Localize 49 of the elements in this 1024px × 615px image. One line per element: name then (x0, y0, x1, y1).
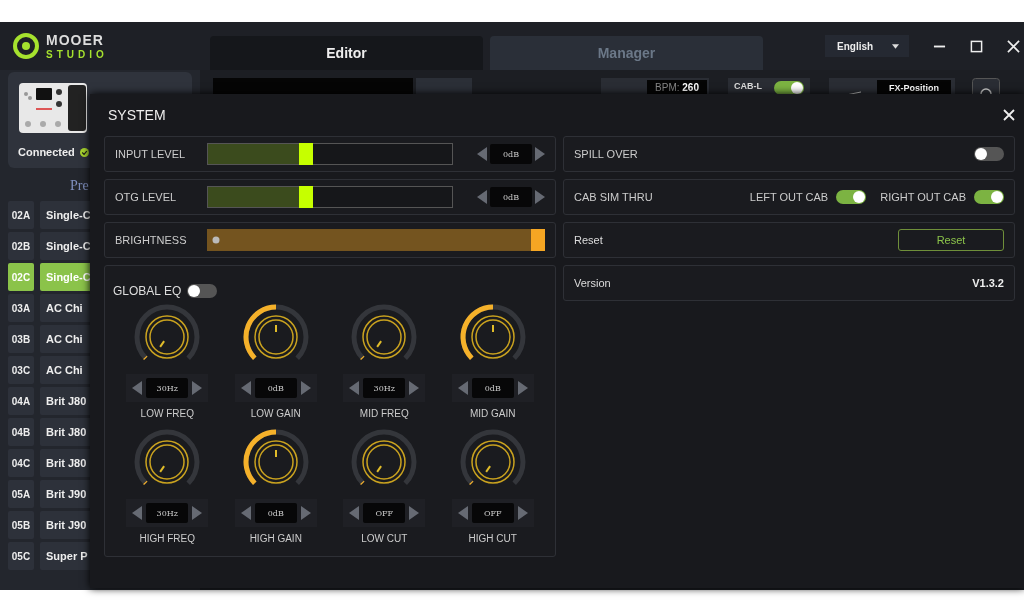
preset-code[interactable]: 02B (8, 232, 34, 260)
knob-label: LOW GAIN (250, 408, 301, 419)
knob-label: HIGH CUT (468, 533, 517, 544)
global-eq-label: GLOBAL EQ (113, 284, 182, 298)
knob-label: HIGH GAIN (249, 533, 302, 544)
knob-label: MID FREQ (359, 408, 409, 419)
value-display: 30Hz (363, 378, 406, 398)
setting-label: CAB SIM THRU (574, 191, 653, 203)
setting-label: BRIGHTNESS (115, 234, 188, 246)
reset-button[interactable]: Reset (898, 229, 1004, 251)
knob-label: MID GAIN (469, 408, 516, 419)
value-display: OFF (471, 503, 514, 523)
preset-code[interactable]: 04A (8, 387, 34, 415)
toggle-label: RIGHT OUT CAB (880, 191, 966, 203)
knob-label: HIGH FREQ (139, 533, 196, 544)
brand-name: MOOER (46, 32, 105, 47)
value-display: 0dB (254, 378, 297, 398)
language-dropdown[interactable]: English (825, 35, 909, 57)
toggle-label: LEFT OUT CAB (749, 191, 829, 203)
product-name: STUDIO (46, 49, 108, 60)
knob-label: LOW CUT (361, 533, 408, 544)
preset-code[interactable]: 05C (8, 542, 34, 570)
dialog-title: SYSTEM (108, 107, 166, 123)
preset-code[interactable]: 03A (8, 294, 34, 322)
value-display: 0dB (471, 378, 514, 398)
preset-code[interactable]: 03C (8, 356, 34, 384)
setting-label: Reset (574, 234, 603, 246)
setting-label: OTG LEVEL (115, 191, 178, 203)
value-display: 30Hz (146, 378, 189, 398)
setting-label: SPILL OVER (574, 148, 638, 160)
setting-label: INPUT LEVEL (115, 148, 187, 160)
value-display: 0dB (490, 144, 532, 164)
setting-label: Version (574, 277, 611, 289)
preset-code[interactable]: 04C (8, 449, 34, 477)
value-display: 0dB (490, 187, 532, 207)
presets-heading: Pre (70, 178, 90, 194)
preset-code[interactable]: 02A (8, 201, 34, 229)
knob-label: LOW FREQ (140, 408, 194, 419)
tab[interactable]: Editor (210, 36, 483, 70)
preset-code[interactable]: 05A (8, 480, 34, 508)
value-display: OFF (363, 503, 406, 523)
value-display: 0dB (254, 503, 297, 523)
preset-code[interactable]: 05B (8, 511, 34, 539)
cab-label: CAB-L (734, 81, 762, 91)
version-number: V1.3.2 (972, 277, 1004, 289)
preset-code[interactable]: 04B (8, 418, 34, 446)
connection-status: Connected (18, 146, 75, 158)
value-display: 30Hz (146, 503, 189, 523)
preset-code[interactable]: 03B (8, 325, 34, 353)
